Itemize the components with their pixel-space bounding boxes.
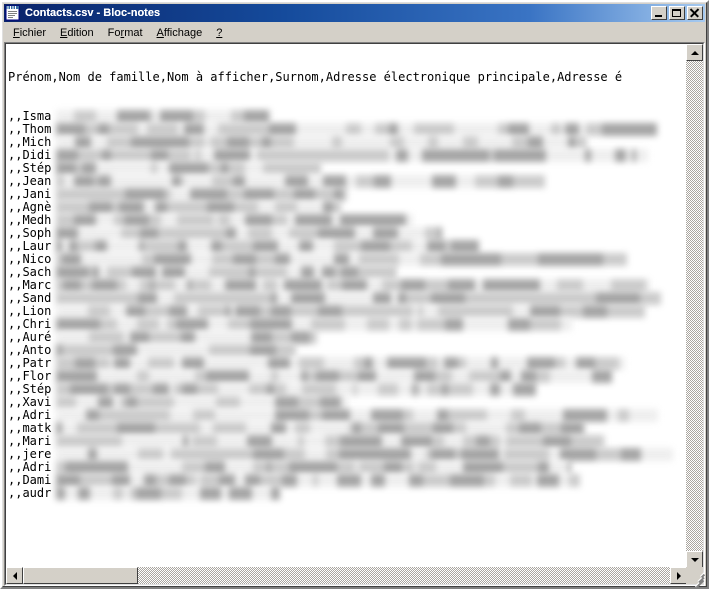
menu-label-edition: dition <box>67 26 94 39</box>
resize-grip[interactable] <box>692 572 706 589</box>
redacted-content <box>56 136 588 149</box>
csv-data-line: ,,Isma <box>8 110 687 123</box>
menu-item-help[interactable]: ? <box>209 25 229 41</box>
menu-label-format-post: mat <box>124 26 143 39</box>
csv-data-line: ,,Adri <box>8 409 687 422</box>
menu-item-format[interactable]: Format <box>101 25 150 41</box>
csv-data-line: ,,Mich <box>8 136 687 149</box>
scroll-down-arrow-icon[interactable] <box>686 551 703 568</box>
csv-data-line: ,,Anto <box>8 344 687 357</box>
csv-data-line: ,,Didi <box>8 149 687 162</box>
text-editor-inner: Prénom,Nom de famille,Nom à afficher,Sur… <box>5 43 704 585</box>
redacted-content <box>56 318 572 331</box>
csv-data-line: ,,Mari <box>8 435 687 448</box>
redacted-content <box>56 357 625 370</box>
csv-data-line: ,,Laur <box>8 240 687 253</box>
redacted-content <box>56 396 348 409</box>
redacted-content <box>56 175 545 188</box>
redacted-content <box>56 292 661 305</box>
csv-data-line: ,,Thom <box>8 123 687 136</box>
redacted-content <box>56 370 612 383</box>
csv-data-line: ,,Flor <box>8 370 687 383</box>
menu-item-edition[interactable]: Edition <box>53 25 101 41</box>
redacted-content <box>56 214 413 227</box>
redacted-content <box>56 435 605 448</box>
title-bar[interactable]: Contacts.csv - Bloc-notes <box>4 4 705 22</box>
redacted-content <box>56 201 341 214</box>
csv-data-line: ,,Nico <box>8 253 687 266</box>
menu-item-affichage[interactable]: Affichage <box>150 25 210 41</box>
redacted-content <box>56 461 571 474</box>
maximize-button[interactable] <box>669 6 685 20</box>
csv-data-line: ,,jere <box>8 448 687 461</box>
redacted-content <box>56 266 396 279</box>
notepad-window: Contacts.csv - Bloc-notes Fichier Editio… <box>0 0 709 589</box>
redacted-content <box>56 253 627 266</box>
close-button[interactable] <box>687 6 703 20</box>
csv-data-line: ,,Sand <box>8 292 687 305</box>
redacted-content <box>56 422 585 435</box>
csv-data-line: ,,Auré <box>8 331 687 344</box>
csv-data-line: ,,Agnè <box>8 201 687 214</box>
redacted-content <box>56 188 347 201</box>
redacted-content <box>56 240 479 253</box>
redacted-content <box>56 305 645 318</box>
redacted-content <box>56 227 442 240</box>
redacted-content <box>56 149 648 162</box>
redacted-content <box>56 409 658 422</box>
csv-header-line: Prénom,Nom de famille,Nom à afficher,Sur… <box>8 70 623 84</box>
window-controls <box>651 6 705 20</box>
notepad-icon <box>5 5 21 21</box>
menu-label-affichage: ffichage <box>163 26 203 39</box>
csv-data-line: ,,Medh <box>8 214 687 227</box>
csv-data-line: ,,matk <box>8 422 687 435</box>
csv-data-line: ,,Dami <box>8 474 687 487</box>
csv-data-line: ,,Stép <box>8 383 687 396</box>
menu-accel-affichage: A <box>156 26 164 39</box>
redacted-content <box>56 344 296 357</box>
csv-data-line: ,,Soph <box>8 227 687 240</box>
menu-bar: Fichier Edition Format Affichage ? <box>4 23 705 42</box>
csv-data-lines: ,,Isma ,,Thom ,,Mich ,,Didi ,,Stép ,,Jean ,,Ja… <box>8 110 687 500</box>
minimize-button[interactable] <box>651 6 667 20</box>
menu-item-fichier[interactable]: Fichier <box>6 25 53 41</box>
redacted-content <box>56 331 317 344</box>
csv-data-line: ,,Chri <box>8 318 687 331</box>
scroll-right-arrow-icon[interactable] <box>670 567 687 584</box>
scroll-left-arrow-icon[interactable] <box>6 567 23 584</box>
vertical-scrollbar[interactable] <box>686 44 703 568</box>
menu-label-fichier: ichier <box>19 26 47 39</box>
redacted-content <box>56 123 657 136</box>
redacted-content <box>56 448 673 461</box>
csv-data-line: ,,audr <box>8 487 687 500</box>
horizontal-scrollbar[interactable] <box>6 567 687 584</box>
text-area[interactable]: Prénom,Nom de famille,Nom à afficher,Sur… <box>6 44 687 568</box>
menu-accel-help: ? <box>216 26 223 39</box>
csv-data-line: ,,Adri <box>8 461 687 474</box>
csv-data-line: ,,Patr <box>8 357 687 370</box>
csv-data-line: ,,Jani <box>8 188 687 201</box>
csv-data-line: ,,Sach <box>8 266 687 279</box>
horizontal-scroll-thumb[interactable] <box>23 567 138 584</box>
redacted-content <box>56 162 321 175</box>
csv-data-line: ,,Marc <box>8 279 687 292</box>
menu-label-format-pre: Fo <box>107 26 121 39</box>
redacted-content <box>56 487 280 500</box>
redacted-content <box>56 383 536 396</box>
csv-data-line: ,,Lion <box>8 305 687 318</box>
redacted-content <box>56 279 650 292</box>
csv-data-line: ,,Jean <box>8 175 687 188</box>
csv-data-line: ,,Xavi <box>8 396 687 409</box>
scroll-up-arrow-icon[interactable] <box>686 44 703 61</box>
redacted-content <box>56 110 271 123</box>
menu-accel-fichier: F <box>13 26 20 39</box>
window-title: Contacts.csv - Bloc-notes <box>25 7 161 19</box>
text-editor-frame: Prénom,Nom de famille,Nom à afficher,Sur… <box>4 42 705 586</box>
redacted-content <box>56 474 580 487</box>
csv-data-line: ,,Stép <box>8 162 687 175</box>
